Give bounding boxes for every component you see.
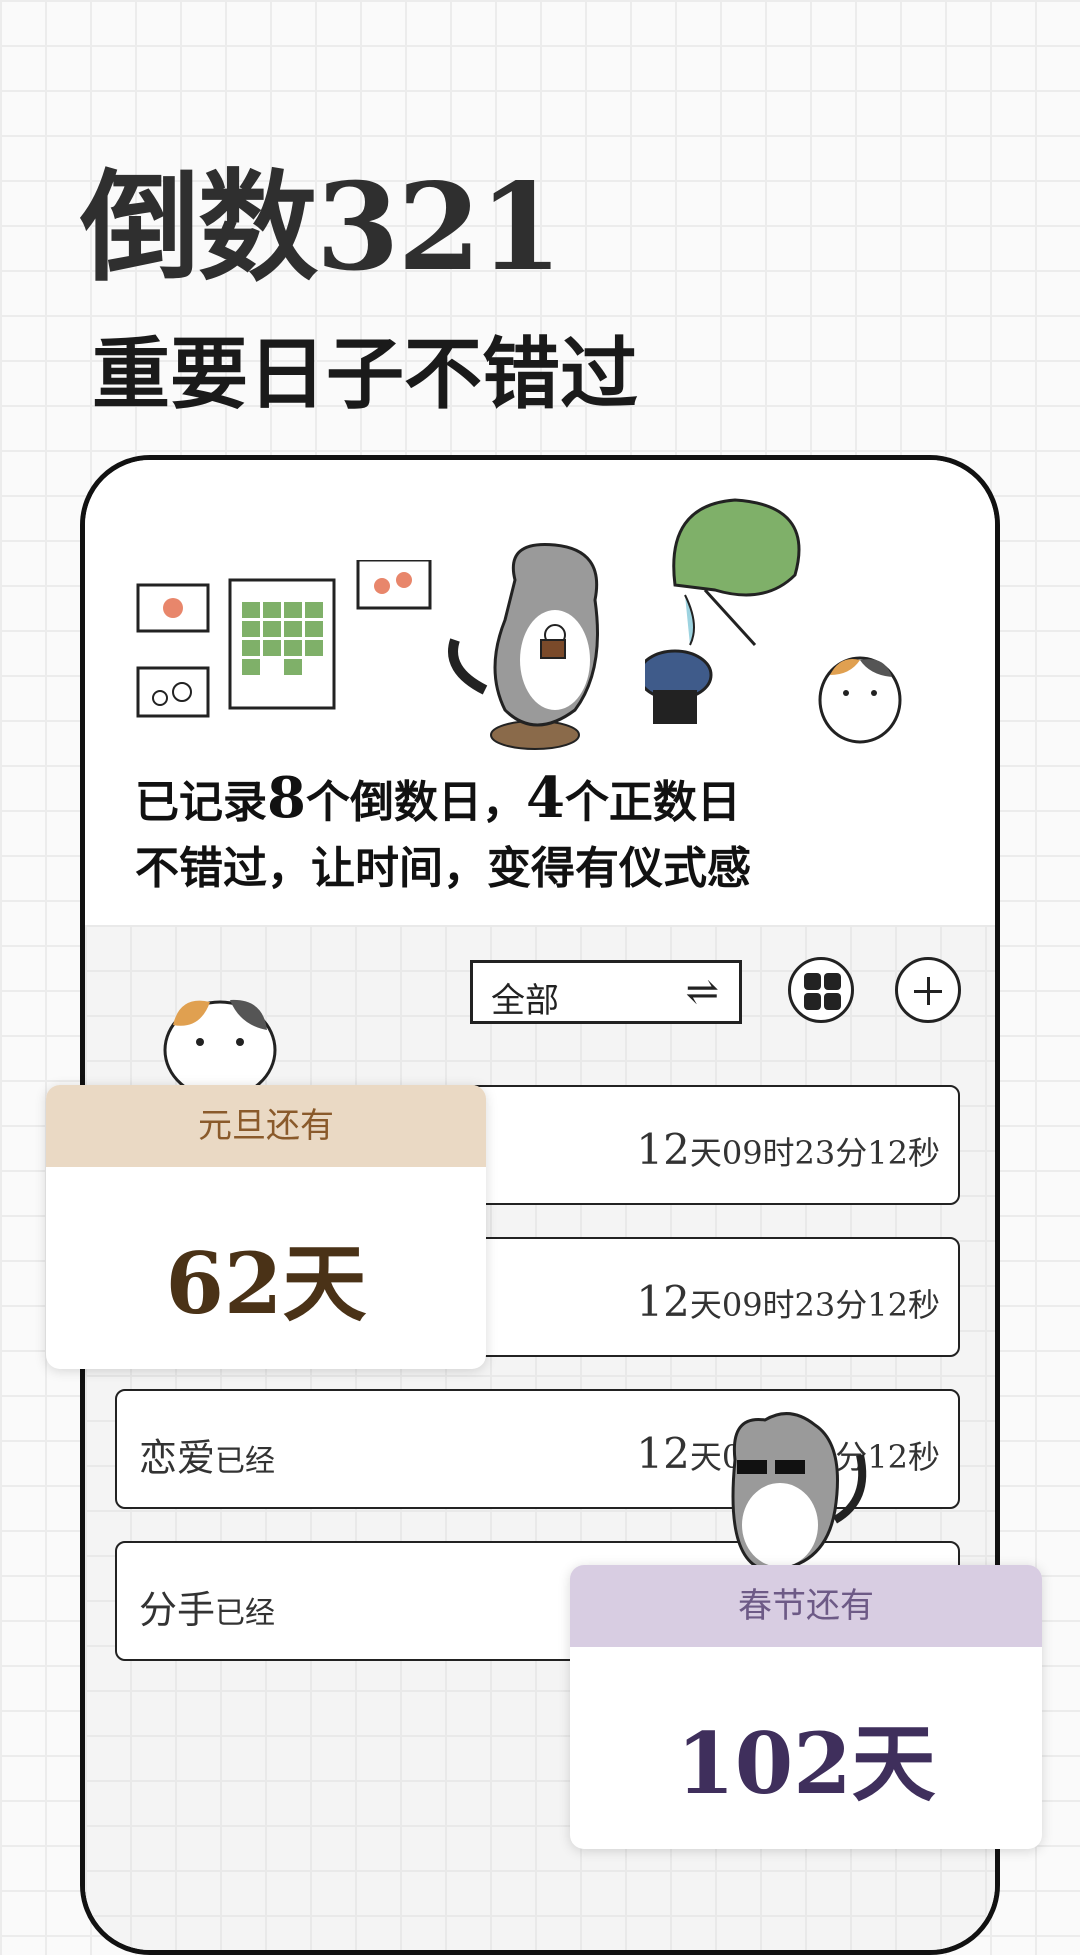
countdown-card-spring-festival[interactable]: 春节还有 102天 xyxy=(570,1565,1042,1849)
event-name: 分手 xyxy=(139,1588,216,1632)
banner: 已记录8个倒数日，4个正数日 不错过，让时间，变得有仪式感 xyxy=(85,460,995,925)
event-duration: 天09时23分12秒 xyxy=(689,1286,940,1324)
leaf-illustration xyxy=(645,498,801,724)
add-button[interactable] xyxy=(895,957,961,1023)
card-value: 102天 xyxy=(676,1714,936,1813)
calendar-illustration xyxy=(136,560,432,718)
filter-label: 全部 xyxy=(491,981,559,1021)
hamster-peek-illustration xyxy=(163,999,277,1085)
summary-part3: 个正数日 xyxy=(564,777,741,828)
hamster-illustration xyxy=(818,656,902,744)
event-days: 12 xyxy=(636,1125,690,1174)
summary-countup-count: 4 xyxy=(525,765,565,831)
summary-countdown-count: 8 xyxy=(267,765,306,831)
summary-text: 已记录8个倒数日，4个正数日 不错过，让时间，变得有仪式感 xyxy=(135,765,751,902)
summary-part2: 个倒数日， xyxy=(305,777,526,828)
event-suffix: 已经 xyxy=(215,1444,276,1479)
subheadline: 重要日子不错过 xyxy=(92,330,639,420)
card-header: 元旦还有 xyxy=(46,1085,486,1167)
event-duration: 天09时23分12秒 xyxy=(689,1134,940,1172)
swap-icon: ⇌ xyxy=(685,969,719,1015)
headline: 倒数321 xyxy=(80,157,562,298)
event-days: 12 xyxy=(636,1429,690,1478)
event-name: 恋爱 xyxy=(139,1436,216,1480)
grid-view-button[interactable] xyxy=(788,957,854,1023)
event-suffix: 已经 xyxy=(215,1596,276,1631)
card-header: 春节还有 xyxy=(570,1565,1042,1647)
cool-cat-illustration xyxy=(731,1412,867,1572)
summary-line2: 不错过，让时间，变得有仪式感 xyxy=(135,843,751,894)
countdown-card-new-year[interactable]: 元旦还有 62天 xyxy=(46,1085,486,1369)
filter-select[interactable]: 全部 ⇌ xyxy=(470,960,742,1024)
cat-illustration xyxy=(448,542,599,750)
event-days: 12 xyxy=(636,1277,690,1326)
summary-part1: 已记录 xyxy=(135,777,267,828)
card-value: 62天 xyxy=(165,1234,367,1333)
